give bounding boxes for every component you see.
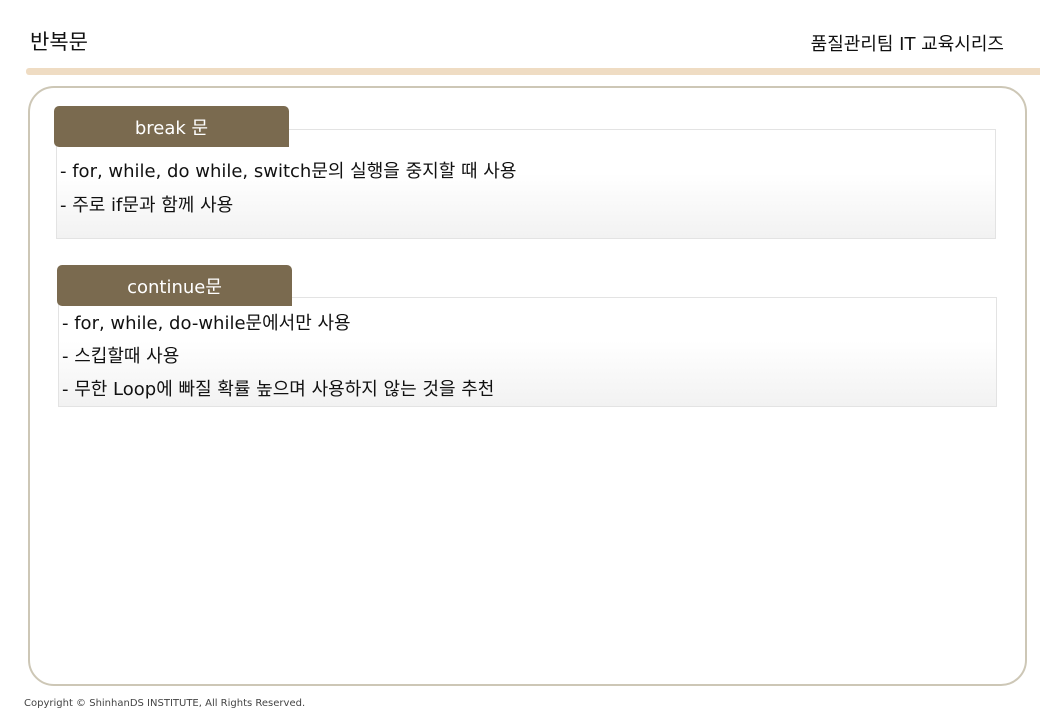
slide-page: 반복문 품질관리팀 IT 교육시리즈 break 문 - for, while,… (0, 0, 1040, 720)
continue-line-1: - for, while, do-while문에서만 사용 (62, 313, 351, 334)
header-divider (26, 68, 1040, 75)
copyright-footer: Copyright © ShinhanDS INSTITUTE, All Rig… (24, 698, 306, 709)
break-section-tag: break 문 (54, 106, 289, 147)
break-line-2: - 주로 if문과 함께 사용 (60, 195, 234, 216)
series-label: 품질관리팀 IT 교육시리즈 (810, 34, 1004, 55)
continue-line-2: - 스킵할때 사용 (62, 346, 180, 367)
continue-line-3: - 무한 Loop에 빠질 확률 높으며 사용하지 않는 것을 추천 (62, 379, 495, 400)
break-line-1: - for, while, do while, switch문의 실행을 중지할… (60, 161, 517, 182)
page-title: 반복문 (30, 30, 88, 54)
continue-section-tag: continue문 (57, 265, 292, 306)
